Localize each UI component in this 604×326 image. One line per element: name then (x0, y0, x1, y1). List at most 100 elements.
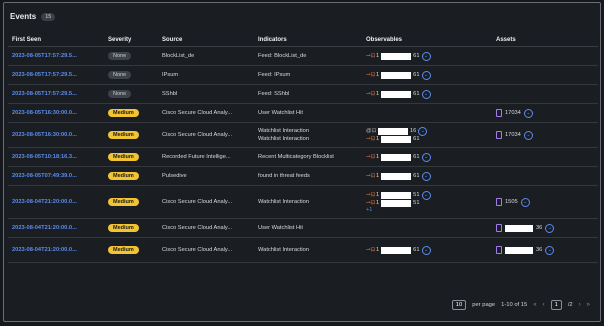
chevron-down-icon[interactable]: ⌄ (545, 223, 555, 233)
observable-item[interactable]: ⊸⊡ 1 61 ⌄ (366, 171, 488, 181)
asset-item[interactable]: 17034 ⌄ (496, 108, 594, 118)
first-seen-link[interactable]: 2023-08-05T16:30:00.0... (8, 103, 104, 123)
chevron-down-icon[interactable]: ⌄ (421, 152, 431, 162)
observable-item[interactable]: ⊸⊡ 1 61 (366, 135, 488, 143)
assets-cell (492, 84, 598, 104)
first-seen-link[interactable]: 2023-08-04T21:20:00.0... (8, 185, 104, 219)
source-cell: Cisco Secure Cloud Analy... (158, 122, 254, 148)
asset-item[interactable]: 1505 ⌄ (496, 197, 594, 207)
table-row[interactable]: 2023-08-04T21:20:00.0... Medium Cisco Secu… (8, 185, 598, 219)
observable-prefix: 1 (376, 192, 380, 198)
chevron-down-icon[interactable]: ⌄ (421, 51, 431, 61)
observable-item[interactable]: @⊡ 16 ⌄ (366, 126, 488, 136)
ip-address-icon: ⊸⊡ (366, 91, 376, 97)
observables-cell (362, 218, 492, 238)
source-cell: Cisco Secure Cloud Analy... (158, 185, 254, 219)
chevron-down-icon[interactable]: ⌄ (523, 130, 533, 140)
table-row[interactable]: 2023-08-05T17:57:29.5... None BlockList_de… (8, 46, 598, 66)
chevron-down-icon[interactable]: ⌄ (523, 108, 533, 118)
observable-item[interactable]: ⊸⊡ 1 51 (366, 199, 488, 207)
redacted-value (381, 172, 412, 180)
ip-address-icon: ⊸⊡ (366, 192, 376, 198)
indicators-cell: Recent Multicategory Blocklist (254, 147, 362, 167)
asset-id: 36 (536, 247, 543, 253)
first-seen-link[interactable]: 2023-08-04T21:20:00.0... (8, 218, 104, 238)
table-row[interactable]: 2023-08-05T07:49:39.0... Medium Pulsedive f… (8, 166, 598, 186)
table-row[interactable]: 2023-08-05T17:57:29.5... None IPsum Feed: I… (8, 65, 598, 85)
severity-cell: Medium (104, 237, 158, 263)
asset-item[interactable]: 36 ⌄ (496, 223, 594, 233)
observable-item[interactable]: ⊸⊡ 1 61 ⌄ (366, 51, 488, 61)
assets-cell: 1505 ⌄ (492, 185, 598, 219)
table-row[interactable]: 2023-08-05T10:18:16.3... Medium Recorded F… (8, 147, 598, 167)
observable-prefix: 1 (376, 247, 380, 253)
indicators-cell: Feed: IPsum (254, 65, 362, 85)
indicator-label: User Watchlist Hit (258, 110, 303, 116)
observables-cell: ⊸⊡ 1 61 ⌄ (362, 147, 492, 167)
col-severity[interactable]: Severity (104, 33, 158, 47)
observable-item[interactable]: ⊸⊡ 1 61 ⌄ (366, 245, 488, 255)
col-first-seen[interactable]: First Seen (8, 33, 104, 47)
col-indicators[interactable]: Indicators (254, 33, 362, 47)
observable-suffix: 16 (410, 128, 417, 134)
source-cell: Cisco Secure Cloud Analy... (158, 218, 254, 238)
indicator-label: Feed: BlockList_de (258, 53, 307, 59)
redacted-value (378, 127, 408, 135)
col-source[interactable]: Source (158, 33, 254, 47)
asset-item[interactable]: 17034 ⌄ (496, 130, 594, 140)
chevron-down-icon[interactable]: ⌄ (421, 70, 431, 80)
col-observables[interactable]: Observables (362, 33, 492, 47)
assets-cell (492, 147, 598, 167)
first-seen-link[interactable]: 2023-08-05T17:57:29.5... (8, 84, 104, 104)
current-page-input[interactable]: 1 (550, 300, 562, 310)
asset-item[interactable]: 36 ⌄ (496, 245, 594, 255)
observable-item[interactable]: ⊸⊡ 1 51 ⌄ (366, 190, 488, 200)
device-icon (496, 131, 502, 139)
first-page-button[interactable]: « (533, 302, 536, 308)
observable-item[interactable]: ⊸⊡ 1 61 ⌄ (366, 70, 488, 80)
per-page-select[interactable]: 10 (451, 300, 467, 310)
last-page-button[interactable]: » (587, 302, 590, 308)
severity-cell: Medium (104, 218, 158, 238)
first-seen-link[interactable]: 2023-08-05T17:57:29.5... (8, 46, 104, 66)
chevron-down-icon[interactable]: ⌄ (421, 89, 431, 99)
chevron-down-icon[interactable]: ⌄ (520, 197, 530, 207)
first-seen-link[interactable]: 2023-08-05T10:18:16.3... (8, 147, 104, 167)
chevron-down-icon[interactable]: ⌄ (421, 171, 431, 181)
severity-cell: None (104, 65, 158, 85)
table-row[interactable]: 2023-08-05T16:30:00.0... Medium Cisco Secu… (8, 103, 598, 123)
chevron-down-icon[interactable]: ⌄ (421, 245, 431, 255)
indicators-cell: Watchlist Interaction (254, 237, 362, 263)
observable-item[interactable]: ⊸⊡ 1 61 ⌄ (366, 152, 488, 162)
more-observables-link[interactable]: +1 (366, 207, 488, 213)
table-row[interactable]: 2023-08-04T21:20:00.0... Medium Cisco Secu… (8, 218, 598, 238)
chevron-down-icon[interactable]: ⌄ (421, 190, 431, 200)
col-assets[interactable]: Assets (492, 33, 598, 47)
events-table: First Seen Severity Source Indicators Ob… (8, 33, 598, 263)
indicator-label: Watchlist Interaction (258, 136, 309, 142)
events-header: Events 15 (10, 12, 56, 21)
table-row[interactable]: 2023-08-05T17:57:29.5... None SShbl Feed: S… (8, 84, 598, 104)
indicators-cell: User Watchlist Hit (254, 103, 362, 123)
prev-page-button[interactable]: ‹ (543, 302, 545, 308)
first-seen-link[interactable]: 2023-08-04T21:20:00.0... (8, 237, 104, 263)
table-row[interactable]: 2023-08-04T21:20:00.0... Medium Cisco Secu… (8, 237, 598, 263)
next-page-button[interactable]: › (579, 302, 581, 308)
indicators-cell: found in threat feeds (254, 166, 362, 186)
chevron-down-icon[interactable]: ⌄ (545, 245, 555, 255)
observable-prefix: 1 (376, 173, 380, 179)
redacted-value (381, 52, 412, 60)
table-row[interactable]: 2023-08-05T16:30:00.0... Medium Cisco Secu… (8, 122, 598, 148)
page-title: Events (10, 12, 37, 21)
first-seen-link[interactable]: 2023-08-05T17:57:29.5... (8, 65, 104, 85)
first-seen-link[interactable]: 2023-08-05T07:49:39.0... (8, 166, 104, 186)
observable-item[interactable]: ⊸⊡ 1 61 ⌄ (366, 89, 488, 99)
redacted-value (381, 191, 412, 199)
chevron-down-icon[interactable]: ⌄ (418, 126, 428, 136)
severity-cell: Medium (104, 103, 158, 123)
first-seen-link[interactable]: 2023-08-05T16:30:00.0... (8, 122, 104, 148)
observable-suffix: 61 (413, 154, 420, 160)
ip-address-icon: ⊸⊡ (366, 136, 376, 142)
observables-cell: @⊡ 16 ⌄ ⊸⊡ 1 61 (362, 122, 492, 148)
observables-cell: ⊸⊡ 1 51 ⌄ ⊸⊡ 1 51 +1 (362, 185, 492, 219)
